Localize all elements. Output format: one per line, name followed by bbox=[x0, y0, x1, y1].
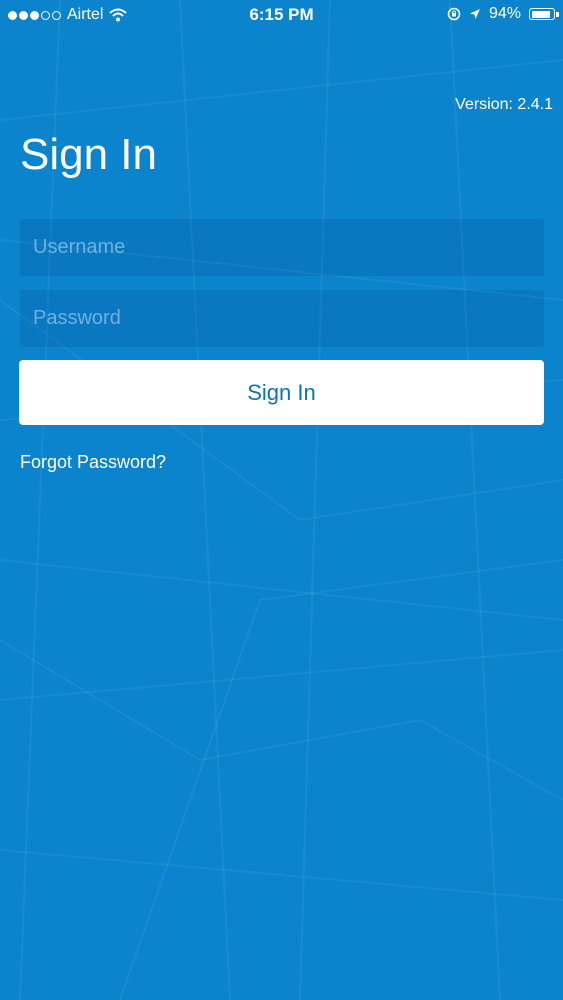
battery-cap bbox=[556, 12, 559, 17]
battery-level-fill bbox=[531, 10, 551, 18]
version-label: Version: 2.4.1 bbox=[455, 96, 553, 113]
username-input[interactable] bbox=[20, 219, 544, 276]
location-arrow-icon bbox=[469, 9, 480, 19]
password-input[interactable] bbox=[20, 290, 544, 347]
status-right: 94% bbox=[447, 5, 559, 23]
rotation-lock-icon bbox=[447, 7, 461, 21]
status-bar: Airtel 6:15 PM 94% bbox=[0, 0, 563, 30]
sign-in-button[interactable]: Sign In bbox=[19, 360, 544, 425]
battery-percent: 94% bbox=[488, 5, 521, 22]
battery-icon bbox=[529, 8, 559, 20]
forgot-password-link[interactable]: Forgot Password? bbox=[20, 452, 166, 473]
page-title: Sign In bbox=[20, 130, 157, 179]
